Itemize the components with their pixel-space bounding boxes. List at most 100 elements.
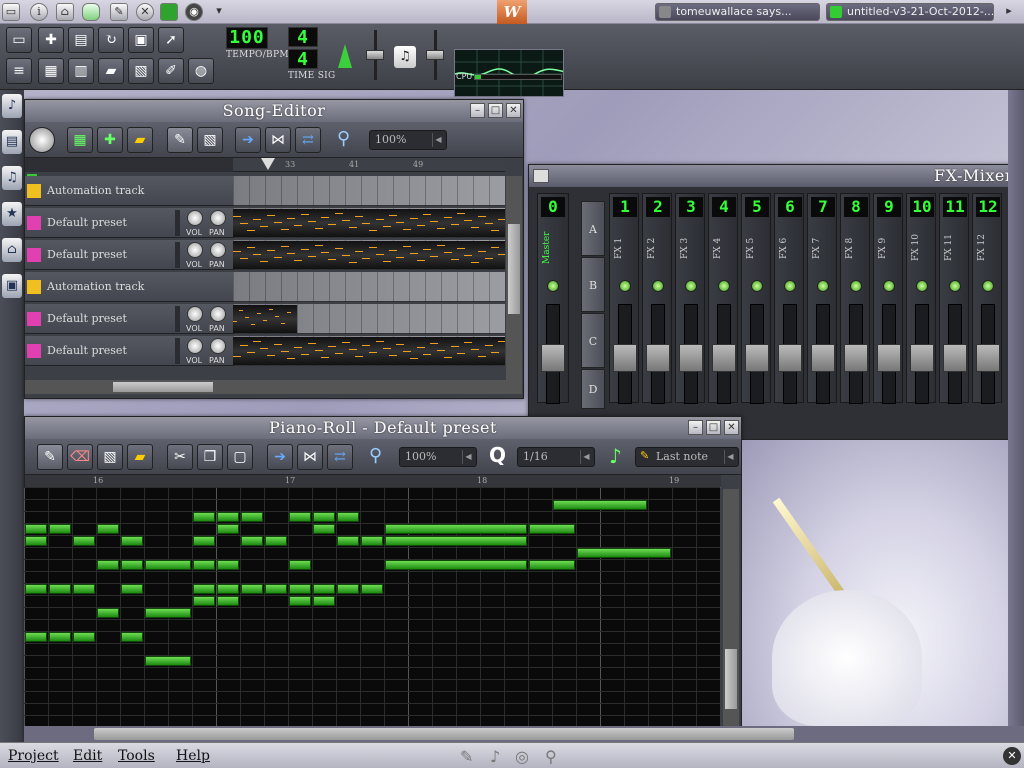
my-samples-icon[interactable]: ♫ (2, 166, 22, 190)
track-lane[interactable] (233, 240, 505, 270)
track-grip[interactable] (175, 306, 180, 332)
fx-channel-2[interactable]: 2 FX 2 (642, 193, 672, 404)
add-automation-track-button[interactable]: ▰ (127, 127, 153, 153)
pan-knob[interactable] (210, 242, 226, 258)
quantize-select[interactable]: 1/16 ◀ (517, 447, 595, 467)
track-name[interactable]: Automation track (47, 184, 144, 197)
dropdown-arrow-icon[interactable]: ▾ (210, 3, 228, 21)
song-vertical-scrollbar[interactable] (506, 176, 522, 380)
send-a-button[interactable]: A (581, 201, 605, 256)
save-button[interactable]: ▣ (128, 27, 154, 53)
master-volume-icon[interactable] (338, 44, 352, 68)
track-lane[interactable] (233, 336, 505, 366)
fx-channel-9[interactable]: 9 FX 9 (873, 193, 903, 404)
track-grip[interactable] (175, 210, 180, 236)
mute-led[interactable] (547, 280, 559, 292)
vol-knob[interactable] (187, 210, 203, 226)
tools-icon[interactable]: ✎ (110, 3, 128, 21)
track-name[interactable]: Automation track (47, 280, 144, 293)
piano-roll-title[interactable]: Piano-Roll - Default preset (25, 417, 741, 439)
piano-note[interactable] (313, 524, 335, 534)
playhead-marker[interactable] (261, 158, 275, 170)
piano-note[interactable] (265, 536, 287, 546)
mute-led[interactable] (982, 280, 994, 292)
pan-knob[interactable] (210, 306, 226, 322)
piano-note[interactable] (121, 536, 143, 546)
track-name[interactable]: Default preset (47, 216, 127, 229)
piano-note[interactable] (97, 608, 119, 618)
piano-note[interactable] (553, 500, 647, 510)
master-pitch-slider[interactable] (426, 30, 444, 80)
fx-channel-6[interactable]: 6 FX 6 (774, 193, 804, 404)
menu-project[interactable]: Project (8, 748, 59, 764)
mute-led[interactable] (619, 280, 631, 292)
system-menu-icon[interactable]: ▭ (2, 3, 20, 21)
expand-arrow-icon[interactable]: ▸ (1000, 3, 1018, 21)
new-from-template-button[interactable]: ✚ (38, 27, 64, 53)
piano-note[interactable] (313, 584, 335, 594)
send-b-button[interactable]: B (581, 257, 605, 312)
auto-scroll-button[interactable]: ➔ (267, 444, 293, 470)
piano-note[interactable] (313, 512, 335, 522)
vol-knob[interactable] (187, 242, 203, 258)
piano-note[interactable] (289, 512, 311, 522)
send-c-button[interactable]: C (581, 313, 605, 368)
mute-led[interactable] (652, 280, 664, 292)
menu-tools[interactable]: Tools (118, 748, 155, 764)
mute-led[interactable] (883, 280, 895, 292)
fader-handle[interactable] (679, 344, 703, 372)
piano-note[interactable] (193, 560, 215, 570)
song-horizontal-scrollbar[interactable] (25, 380, 522, 394)
piano-note[interactable] (97, 524, 119, 534)
add-bb-track-button[interactable]: ▦ (67, 127, 93, 153)
track-lane[interactable] (233, 208, 505, 238)
piano-note[interactable] (121, 632, 143, 642)
scroll-thumb[interactable] (508, 224, 520, 314)
instrument-plugins-button[interactable]: ≡ (6, 58, 32, 84)
mute-led[interactable] (751, 280, 763, 292)
detune-mode-button[interactable]: ▰ (127, 444, 153, 470)
piano-note[interactable] (265, 584, 287, 594)
beat-bassline-button[interactable]: ▦ (38, 58, 64, 84)
fx-channel-8[interactable]: 8 FX 8 (840, 193, 870, 404)
piano-note[interactable] (73, 632, 95, 642)
fx-channel-1[interactable]: 1 FX 1 (609, 193, 639, 404)
piano-note[interactable] (385, 536, 527, 546)
piano-note[interactable] (289, 560, 311, 570)
auto-scroll-button[interactable]: ➔ (235, 127, 261, 153)
my-projects-icon[interactable]: ▤ (2, 130, 22, 154)
piano-note[interactable] (49, 584, 71, 594)
instrument-plugins-icon[interactable]: ♪ (2, 94, 22, 118)
track-header[interactable]: Default preset VOL PAN (25, 208, 233, 238)
zoom-select[interactable]: 100% ◀ (399, 447, 477, 467)
piano-note[interactable] (241, 536, 263, 546)
song-editor-title[interactable]: Song-Editor (25, 100, 523, 122)
track-header[interactable]: Automation track (25, 272, 233, 302)
fx-channel-master[interactable]: 0 Master (537, 193, 569, 404)
add-sample-track-button[interactable]: ✚ (97, 127, 123, 153)
loop-points-button[interactable]: ⋈ (265, 127, 291, 153)
timesig-denominator[interactable]: 4 (288, 49, 318, 70)
piano-note[interactable] (145, 560, 191, 570)
track-header[interactable]: Default preset VOL PAN (25, 240, 233, 270)
piano-note[interactable] (361, 584, 383, 594)
erase-mode-button[interactable]: ⌫ (67, 444, 93, 470)
track-name[interactable]: Default preset (47, 248, 127, 261)
loop-points-button[interactable]: ⋈ (297, 444, 323, 470)
root-directory-icon[interactable]: ▣ (2, 274, 22, 298)
track-header[interactable]: Default preset VOL PAN (25, 336, 233, 366)
workspace-horizontal-scrollbar[interactable] (24, 726, 1024, 742)
stop-behaviour-button[interactable]: ⇄ (295, 127, 321, 153)
minimize-button[interactable]: – (470, 103, 485, 118)
piano-note[interactable] (217, 584, 239, 594)
fader-handle[interactable] (811, 344, 835, 372)
piano-note[interactable] (217, 512, 239, 522)
piano-note[interactable] (73, 584, 95, 594)
fx-mixer-title[interactable]: FX-Mixer (529, 165, 1021, 187)
piano-note[interactable] (145, 656, 191, 666)
fader-handle[interactable] (541, 344, 565, 372)
piano-note[interactable] (145, 608, 191, 618)
play-button[interactable] (29, 127, 55, 153)
close-button[interactable]: ✕ (724, 420, 739, 435)
piano-note[interactable] (73, 536, 95, 546)
